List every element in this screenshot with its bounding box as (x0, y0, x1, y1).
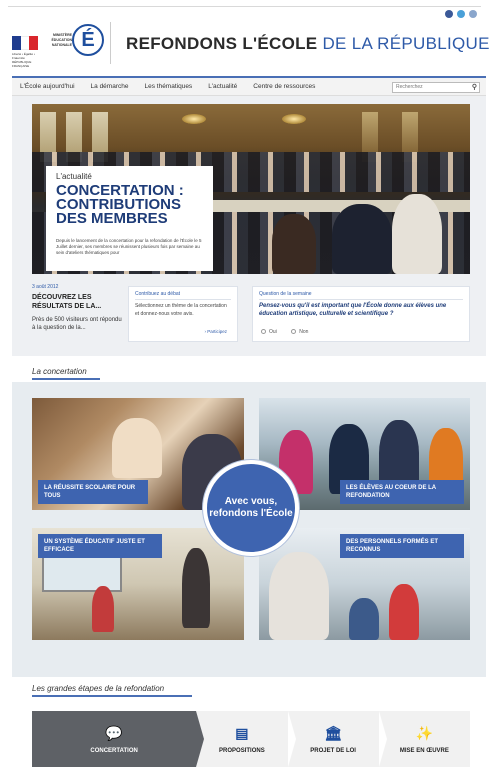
hero-text: Depuis le lancement de la concertation p… (56, 238, 202, 255)
document-icon: ▤ (235, 724, 249, 741)
search-input[interactable]: Recherchez ⚲ (392, 82, 480, 93)
search-icon[interactable]: ⚲ (472, 83, 477, 92)
hero-person (272, 214, 316, 274)
site-title-bold: REFONDONS L'ÉCOLE (126, 34, 318, 53)
ministry-logo[interactable]: É (72, 24, 104, 56)
step-mise-en-oeuvre[interactable]: ✨ MISE EN ŒUVRE (379, 711, 470, 767)
speech-bubble-icon: 💬 (105, 724, 123, 741)
news-title[interactable]: DÉCOUVREZ LES RÉSULTATS DE LA... (32, 293, 124, 311)
option-non-label: Non (299, 328, 309, 335)
step-label: PROPOSITIONS (219, 747, 265, 754)
hero-kicker: L'actualité (56, 172, 92, 181)
step-projet-de-loi[interactable]: 🏛 PROJET DE LOI (288, 711, 388, 767)
nav-item-thematiques[interactable]: Les thématiques (144, 83, 192, 90)
nav-item-centre-ressources[interactable]: Centre de ressources (253, 83, 315, 90)
search-placeholder: Recherchez (396, 84, 423, 90)
tile-photo-figure (112, 418, 162, 478)
hero-person (392, 194, 442, 274)
hero-chandelier (182, 114, 206, 124)
header-divider (110, 22, 111, 64)
tile-label-personnels[interactable]: DES PERSONNELS FORMÉS ET RECONNUS (340, 534, 464, 558)
site-title-rest: DE LA RÉPUBLIQUE (322, 34, 489, 53)
flag-caption: Liberté • Égalité • Fraternité RÉPUBLIQU… (12, 52, 35, 68)
nav-item-actualite[interactable]: L'actualité (208, 83, 237, 90)
steps-bar: 💬 CONCERTATION ▤ PROPOSITIONS 🏛 PROJET D… (32, 711, 470, 767)
site-header: Liberté • Égalité • Fraternité RÉPUBLIQU… (8, 16, 489, 68)
question-box: Question de la semaine Pensez-vous qu'il… (252, 286, 470, 342)
step-label: CONCERTATION (90, 747, 138, 754)
contribute-box: Contribuez au débat Sélectionnez un thèm… (128, 286, 238, 342)
nav-item-ecole-aujourdhui[interactable]: L'École aujourd'hui (20, 83, 75, 90)
running-figure-icon: ✨ (415, 724, 434, 741)
step-propositions[interactable]: ▤ PROPOSITIONS (196, 711, 296, 767)
steps-section-title: Les grandes étapes de la refondation (32, 684, 165, 693)
main-nav: L'École aujourd'hui La démarche Les thém… (12, 76, 486, 96)
tile-photo-board (42, 552, 122, 592)
tile-photo-figure (389, 584, 419, 640)
concertation-center-circle[interactable]: Avec vous, refondons l'École (203, 460, 299, 556)
hero-chandelier (282, 114, 306, 124)
steps-title-underline (32, 695, 192, 697)
option-non[interactable]: Non (291, 329, 308, 335)
question-text: Pensez-vous qu'il est important que l'Éc… (259, 303, 447, 317)
option-oui-label: Oui (269, 328, 277, 335)
site-title[interactable]: REFONDONS L'ÉCOLE DE LA RÉPUBLIQUE (126, 34, 489, 54)
option-oui[interactable]: Oui (261, 329, 277, 335)
tile-photo-figure (182, 548, 210, 628)
tile-label-reussite[interactable]: LA RÉUSSITE SCOLAIRE POUR TOUS (38, 480, 148, 504)
ministry-name: MINISTÈRE ÉDUCATION NATIONALE (51, 33, 72, 47)
tile-label-systeme[interactable]: UN SYSTÈME ÉDUCATIF JUSTE ET EFFICACE (38, 534, 162, 558)
step-concertation[interactable]: 💬 CONCERTATION (32, 711, 205, 767)
concertation-title-underline (32, 378, 100, 380)
news-date: 3 août 2012 (32, 284, 59, 290)
tile-photo-figure (92, 586, 114, 632)
hero-title[interactable]: CONCERTATION : CONTRIBUTIONS DES MEMBRES (56, 183, 206, 226)
hero-caption[interactable]: L'actualité CONCERTATION : CONTRIBUTIONS… (46, 166, 213, 271)
top-divider (8, 6, 481, 7)
contribute-text: Sélectionnez un thème de la concertation… (135, 303, 227, 317)
participate-link[interactable]: › Participez (204, 329, 227, 334)
nav-item-demarche[interactable]: La démarche (91, 83, 129, 90)
contribute-heading: Contribuez au débat (135, 291, 181, 297)
step-label: MISE EN ŒUVRE (399, 747, 449, 754)
tile-photo-figure (269, 552, 329, 640)
hero-person (332, 204, 392, 274)
contribute-divider (135, 299, 231, 300)
concertation-section-title: La concertation (32, 367, 87, 376)
news-text: Près de 500 visiteurs ont répondu à la q… (32, 317, 122, 331)
question-divider (259, 299, 463, 300)
question-options: Oui Non (261, 321, 461, 339)
republic-flag-logo (12, 36, 39, 50)
question-heading: Question de la semaine (259, 291, 312, 297)
page: Liberté • Égalité • Fraternité RÉPUBLIQU… (0, 0, 489, 771)
institution-icon: 🏛 (324, 724, 343, 741)
tile-label-eleves[interactable]: LES ÉLÈVES AU COEUR DE LA REFONDATION (340, 480, 464, 504)
news-item[interactable]: 3 août 2012 DÉCOUVREZ LES RÉSULTATS DE L… (32, 284, 124, 344)
tile-photo-figure (349, 598, 379, 640)
radio-non[interactable] (291, 329, 297, 334)
step-label: PROJET DE LOI (310, 747, 356, 754)
radio-oui[interactable] (261, 329, 266, 334)
